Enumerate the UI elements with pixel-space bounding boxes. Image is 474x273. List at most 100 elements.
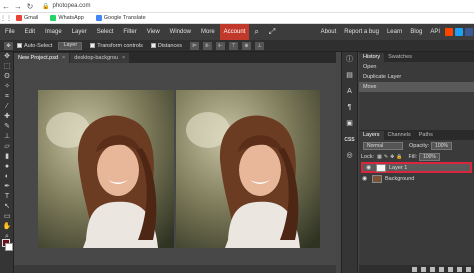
brush-icon[interactable]: ✎ bbox=[0, 122, 14, 132]
new-layer-icon[interactable] bbox=[457, 266, 462, 272]
address-input[interactable]: photopea.com bbox=[52, 3, 90, 9]
character-icon[interactable]: A bbox=[342, 86, 357, 98]
history-entry-duplicate-layer[interactable]: Duplicate Layer bbox=[359, 72, 474, 82]
tab-paths[interactable]: Paths bbox=[415, 131, 437, 140]
align-left-icon[interactable]: ⊫ bbox=[190, 41, 200, 50]
dodge-icon[interactable]: ◐ bbox=[0, 172, 14, 182]
align-center-icon[interactable]: ⊪ bbox=[203, 41, 213, 50]
menu-filter[interactable]: Filter bbox=[118, 24, 141, 40]
menu-learn[interactable]: Learn bbox=[383, 24, 406, 40]
css-icon[interactable]: CSS bbox=[342, 134, 357, 146]
back-icon[interactable]: ← bbox=[0, 2, 12, 11]
photo-original[interactable] bbox=[38, 90, 174, 248]
healing-icon[interactable]: ✚ bbox=[0, 112, 14, 122]
paragraph-icon[interactable]: ¶ bbox=[342, 102, 357, 114]
delete-layer-icon[interactable] bbox=[466, 266, 471, 272]
lock-all-icon[interactable]: 🔒 bbox=[396, 154, 402, 160]
tab-swatches[interactable]: Swatches bbox=[384, 53, 416, 62]
facebook-icon[interactable] bbox=[465, 28, 473, 36]
history-panel-tabs: History Swatches bbox=[359, 52, 474, 62]
search-icon[interactable]: ⌕ bbox=[249, 24, 263, 40]
lock-paint-icon[interactable]: ✎ bbox=[384, 154, 388, 160]
align-middle-icon[interactable]: ⊕ bbox=[242, 41, 252, 50]
align-bottom-icon[interactable]: ⊥ bbox=[255, 41, 265, 50]
shape-icon[interactable]: ▭ bbox=[0, 212, 14, 222]
opacity-input[interactable]: 100% bbox=[431, 141, 452, 150]
close-icon[interactable]: × bbox=[122, 55, 125, 61]
move-icon[interactable]: ✥ bbox=[0, 52, 14, 62]
bookmark-whatsapp[interactable]: WhatsApp bbox=[46, 15, 84, 21]
history-entry-open[interactable]: Open bbox=[359, 62, 474, 72]
menu-window[interactable]: Window bbox=[165, 24, 196, 40]
hand-icon[interactable]: ✋ bbox=[0, 222, 14, 232]
layer-style-icon[interactable] bbox=[421, 266, 426, 272]
visibility-eye-icon[interactable]: ◉ bbox=[366, 164, 373, 171]
reload-icon[interactable]: ↻ bbox=[24, 2, 36, 11]
align-right-icon[interactable]: ⊩ bbox=[216, 41, 226, 50]
info-icon[interactable]: ⓘ bbox=[342, 54, 357, 66]
menu-view[interactable]: View bbox=[142, 24, 165, 40]
bookmark-gmail[interactable]: Gmail bbox=[12, 15, 38, 21]
menu-api[interactable]: API bbox=[426, 24, 444, 40]
fill-input[interactable]: 100% bbox=[419, 152, 440, 161]
photo-duplicate[interactable] bbox=[176, 90, 320, 248]
menu-account[interactable]: Account bbox=[219, 24, 250, 40]
forward-icon[interactable]: → bbox=[12, 2, 24, 11]
tab-new-project[interactable]: New Project.psd × bbox=[14, 53, 70, 63]
menu-about[interactable]: About bbox=[317, 24, 341, 40]
lock-pixels-icon[interactable]: ▦ bbox=[377, 154, 382, 160]
eyedropper-icon[interactable]: ⁄ bbox=[0, 102, 14, 112]
blend-mode-select[interactable]: Normal bbox=[363, 141, 403, 150]
marquee-icon[interactable]: ⬚ bbox=[0, 62, 14, 72]
crop-icon[interactable]: ⌗ bbox=[0, 92, 14, 102]
transform-controls-checkbox[interactable] bbox=[90, 43, 96, 48]
image-icon[interactable]: ▣ bbox=[342, 118, 357, 130]
tab-desktop-background[interactable]: desktop-backgrou × bbox=[70, 53, 130, 63]
distances-checkbox[interactable] bbox=[150, 43, 156, 48]
align-top-icon[interactable]: ⊤ bbox=[229, 41, 239, 50]
visibility-eye-icon[interactable]: ◉ bbox=[362, 175, 369, 182]
eraser-icon[interactable]: ▱ bbox=[0, 142, 14, 152]
twitter-icon[interactable] bbox=[455, 28, 463, 36]
magic-wand-icon[interactable]: ✧ bbox=[0, 82, 14, 92]
layer-row-background[interactable]: ◉ Background bbox=[359, 173, 474, 184]
menu-file[interactable]: File bbox=[0, 24, 20, 40]
layers-panel-tabs: Layers Channels Paths bbox=[359, 130, 474, 140]
gradient-icon[interactable]: ▮ bbox=[0, 152, 14, 162]
pen-icon[interactable]: ✒ bbox=[0, 182, 14, 192]
bookmark-google-translate[interactable]: Google Translate bbox=[92, 15, 146, 21]
clone-stamp-icon[interactable]: ⊥ bbox=[0, 132, 14, 142]
adjustments-icon[interactable]: ◎ bbox=[342, 150, 357, 162]
menu-blog[interactable]: Blog bbox=[406, 24, 426, 40]
mask-icon[interactable] bbox=[439, 266, 444, 272]
path-select-icon[interactable]: ↖ bbox=[0, 202, 14, 212]
layer-row-layer-1[interactable]: ◉ Layer 1 bbox=[361, 162, 472, 173]
fullscreen-icon[interactable]: ⤢ bbox=[264, 24, 280, 40]
menu-image[interactable]: Image bbox=[40, 24, 67, 40]
tab-history[interactable]: History bbox=[359, 53, 385, 62]
brush-settings-icon[interactable]: ▤ bbox=[342, 70, 357, 82]
close-icon[interactable]: × bbox=[62, 55, 65, 61]
lock-icon[interactable]: 🔒 bbox=[42, 3, 49, 10]
adjustment-layer-icon[interactable] bbox=[430, 266, 435, 272]
type-icon[interactable]: T bbox=[0, 192, 14, 202]
background-color-swatch[interactable] bbox=[5, 243, 13, 251]
menu-select[interactable]: Select bbox=[92, 24, 119, 40]
layer-name: Layer 1 bbox=[389, 164, 408, 171]
lasso-icon[interactable]: ʘ bbox=[0, 72, 14, 82]
new-folder-icon[interactable] bbox=[448, 266, 453, 272]
reddit-icon[interactable] bbox=[445, 28, 453, 36]
menu-edit[interactable]: Edit bbox=[20, 24, 40, 40]
apps-icon[interactable]: ⋮⋮ bbox=[0, 15, 12, 22]
lock-move-icon[interactable]: ✥ bbox=[390, 154, 394, 160]
blur-icon[interactable]: ● bbox=[0, 162, 14, 172]
auto-select-checkbox[interactable] bbox=[17, 43, 22, 48]
menu-layer[interactable]: Layer bbox=[67, 24, 92, 40]
menu-more[interactable]: More bbox=[196, 24, 220, 40]
auto-select-target-select[interactable]: Layer bbox=[58, 41, 83, 50]
menu-report-bug[interactable]: Report a bug bbox=[340, 24, 383, 40]
tab-channels[interactable]: Channels bbox=[384, 131, 415, 140]
tab-layers[interactable]: Layers bbox=[359, 131, 384, 140]
history-entry-move[interactable]: Move bbox=[359, 82, 474, 92]
link-layers-icon[interactable] bbox=[412, 266, 417, 272]
